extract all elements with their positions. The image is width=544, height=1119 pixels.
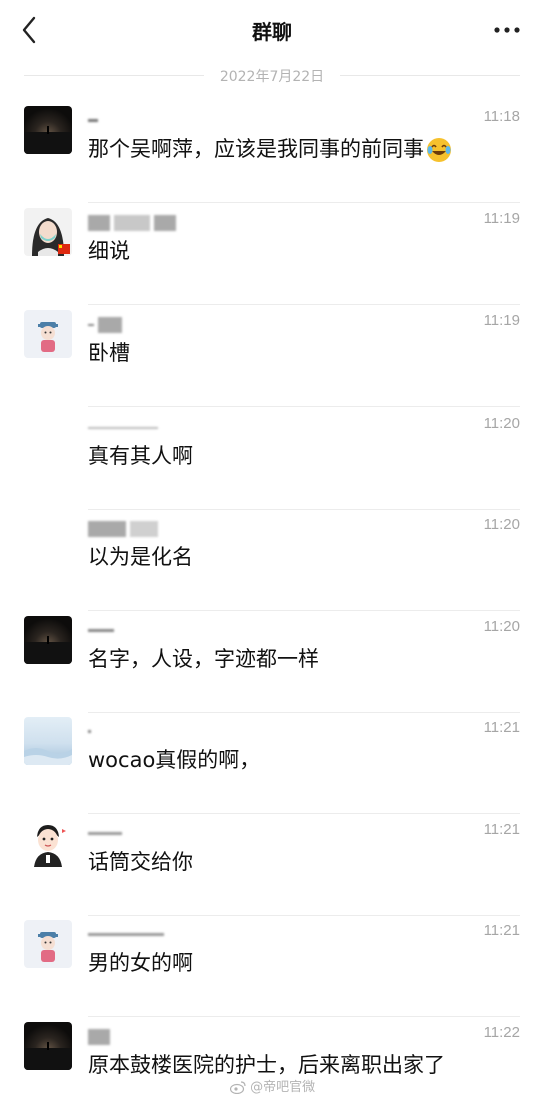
separator (88, 813, 520, 814)
message-text: 话筒交给你 (88, 850, 193, 874)
chat-message[interactable]: 11:20 真有其人啊 (0, 409, 544, 510)
message-time: 11:20 (483, 415, 520, 432)
message-time: 11:18 (483, 108, 520, 125)
top-bar: 群聊 (0, 0, 544, 60)
sender-name (88, 620, 118, 640)
message-text: 男的女的啊 (88, 951, 193, 975)
dark-night-avatar[interactable] (24, 106, 72, 154)
chat-message[interactable]: 11:22 原本鼓楼医院的护士，后来离职出家了 (0, 1018, 544, 1119)
message-text: 那个吴啊萍，应该是我同事的前同事 (88, 133, 452, 163)
sender-name (88, 212, 180, 232)
message-text: 卧槽 (88, 341, 130, 365)
message-text: wocao真假的啊， (88, 748, 261, 772)
watermark-text: @帝吧官微 (250, 1080, 316, 1095)
message-time: 11:21 (483, 821, 520, 838)
message-time: 11:20 (483, 516, 520, 533)
date-label: 2022年7月22日 (219, 69, 325, 85)
watermark: @帝吧官微 (229, 1076, 316, 1095)
weibo-icon (229, 1081, 246, 1095)
message-time: 11:22 (483, 1024, 520, 1041)
chat-message[interactable]: 11:21 wocao真假的啊， (0, 713, 544, 814)
sender-name (88, 110, 102, 130)
sender-name (88, 1026, 114, 1046)
sender-name (88, 924, 168, 944)
girl-mask-avatar[interactable] (24, 208, 72, 256)
message-time: 11:21 (483, 922, 520, 939)
chat-message[interactable]: 11:18 那个吴啊萍，应该是我同事的前同事 (0, 102, 544, 203)
message-time: 11:21 (483, 719, 520, 736)
sea-sky-avatar[interactable] (24, 717, 72, 765)
cartoon-boy-avatar[interactable] (24, 819, 72, 867)
message-text: 真有其人啊 (88, 444, 193, 468)
message-time: 11:19 (483, 312, 520, 329)
message-text: 名字，人设，字迹都一样 (88, 647, 319, 671)
sender-name (88, 721, 95, 741)
chat-message[interactable]: 11:19 细说 (0, 204, 544, 305)
chat-message[interactable]: 11:21 男的女的啊 (0, 916, 544, 1017)
separator (88, 1016, 520, 1017)
message-time: 11:20 (483, 618, 520, 635)
separator (88, 406, 520, 407)
separator (88, 202, 520, 203)
sender-name (88, 314, 126, 334)
message-text: 以为是化名 (88, 545, 193, 569)
chibi-figure-avatar[interactable] (24, 310, 72, 358)
more-dots-icon[interactable] (492, 18, 522, 42)
message-time: 11:19 (483, 210, 520, 227)
separator (88, 610, 520, 611)
message-text: 原本鼓楼医院的护士，后来离职出家了 (88, 1053, 445, 1077)
sender-name (88, 823, 126, 843)
chat-message[interactable]: 11:19 卧槽 (0, 306, 544, 407)
separator (88, 304, 520, 305)
sender-name (88, 518, 162, 538)
dark-night-avatar[interactable] (24, 1022, 72, 1070)
laughing-tears-emoji (427, 138, 451, 162)
message-text: 细说 (88, 239, 130, 263)
chat-message[interactable]: 11:21 话筒交给你 (0, 815, 544, 916)
date-divider: 2022年7月22日 (24, 66, 520, 86)
dark-night-avatar[interactable] (24, 616, 72, 664)
page-title: 群聊 (252, 20, 292, 44)
sender-name (88, 417, 162, 437)
chat-message[interactable]: 11:20 名字，人设，字迹都一样 (0, 612, 544, 713)
chibi-figure-avatar[interactable] (24, 920, 72, 968)
chat-message[interactable]: 11:20 以为是化名 (0, 510, 544, 611)
divider-line (340, 75, 520, 76)
